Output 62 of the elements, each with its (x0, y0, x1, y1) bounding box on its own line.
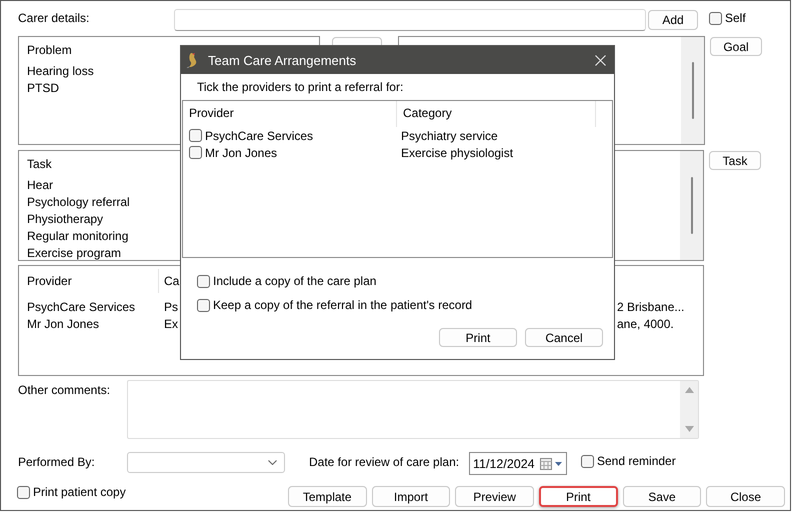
column-header: Ca (163, 273, 180, 290)
checkbox[interactable] (197, 298, 210, 312)
action-button[interactable]: Preview (455, 486, 534, 507)
action-button[interactable]: Import (372, 486, 450, 507)
checkbox-label[interactable]: Keep a copy of the referral in the patient's record (213, 298, 472, 312)
checkbox-label[interactable]: Print patient copy (33, 485, 126, 499)
table-cell-text: Ex (163, 316, 178, 333)
scrollbar[interactable] (680, 151, 703, 260)
dialog-button[interactable]: Cancel (525, 328, 603, 347)
table-cell-text: Exercise physiologist (400, 146, 514, 160)
column-header: Problem (27, 43, 72, 57)
table-cell-text: 2 Brisbane... (617, 299, 686, 316)
add-button[interactable]: Add (648, 10, 698, 30)
provider-name[interactable]: Mr Jon Jones (205, 146, 278, 160)
list-item[interactable]: Physiotherapy (27, 211, 130, 228)
chevron-down-icon (268, 460, 277, 465)
checkbox-label[interactable]: Include a copy of the care plan (213, 274, 376, 288)
action-button[interactable]: Print (538, 486, 618, 507)
checkbox[interactable] (581, 454, 594, 468)
column-header: Task (27, 157, 52, 171)
column-header: Provider (183, 101, 397, 127)
list-item[interactable]: Psychology referral (27, 194, 130, 211)
dialog-title: Team Care Arrangements (208, 52, 358, 68)
date-field[interactable]: 11/12/2024 (469, 452, 567, 475)
column-header: Category (397, 101, 596, 127)
checkbox[interactable] (197, 274, 210, 288)
table-cell-text: Ps (163, 299, 178, 316)
table-cell-text: Psychiatry service (400, 128, 498, 142)
list-item[interactable]: Hear (27, 177, 130, 194)
comments-field[interactable] (127, 380, 699, 439)
calendar-dropdown-icon (540, 458, 564, 470)
field-label: Other comments: (18, 382, 112, 397)
checkbox-label[interactable]: Send reminder (597, 454, 676, 468)
checkbox[interactable] (189, 129, 202, 142)
task-button[interactable]: Task (709, 151, 761, 170)
instruction-text: Tick the providers to print a referral for: (196, 79, 404, 96)
scroll-down-icon (684, 426, 694, 432)
checkbox-label[interactable]: Self (725, 11, 746, 25)
dialog-button[interactable]: Print (439, 328, 517, 347)
checkbox[interactable] (709, 12, 722, 24)
scrollbar[interactable] (681, 37, 704, 144)
close-icon (595, 54, 606, 66)
column-header: Provider (19, 269, 159, 293)
table-cell-text: ane, 4000. (617, 316, 675, 333)
field-label: Performed By: (18, 454, 96, 469)
field-label: Carer details: (18, 10, 90, 25)
table-cell-text: PsychCare Services (26, 299, 136, 316)
scroll-up-icon (684, 387, 694, 393)
carer-field[interactable] (174, 9, 646, 31)
action-button[interactable]: Close (706, 486, 786, 507)
list-item[interactable]: Exercise program (27, 245, 130, 262)
checkbox[interactable] (189, 146, 202, 159)
action-button[interactable]: Save (622, 486, 702, 507)
field-label: Date for review of care plan: (309, 454, 460, 469)
action-button[interactable]: Template (288, 486, 367, 507)
goal-button[interactable]: Goal (710, 37, 762, 56)
date-value: 11/12/2024 (473, 456, 535, 470)
checkbox[interactable] (17, 486, 30, 498)
list-item[interactable]: Regular monitoring (27, 228, 130, 245)
scrollbar[interactable] (680, 381, 698, 438)
provider-name[interactable]: PsychCare Services (205, 128, 314, 142)
table-cell-text: Mr Jon Jones (26, 316, 100, 333)
